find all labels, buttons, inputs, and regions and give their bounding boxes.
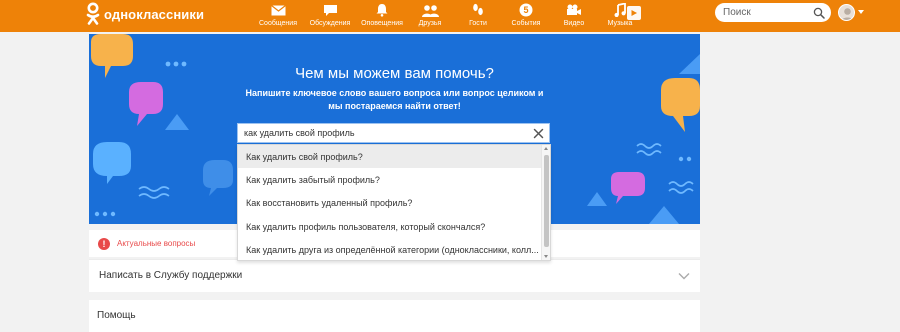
nav-friends[interactable]: Друзья [408,0,452,32]
hero-subtitle: Напишите ключевое слово вашего вопроса и… [245,88,544,111]
clear-search-icon[interactable] [533,128,544,139]
music-player-play-button[interactable] [627,6,641,20]
nav-video[interactable]: Видео [548,0,600,32]
suggestion-item[interactable]: Как удалить профиль пользователя, которы… [238,215,542,238]
nav-label-friends: Друзья [418,20,442,27]
svg-text:5: 5 [523,5,528,15]
search-icon[interactable] [813,7,825,19]
nav-messages[interactable]: Сообщения [252,0,304,32]
nav-discussions[interactable]: Обсуждения [304,0,356,32]
chevron-down-icon[interactable] [858,10,864,14]
exclamation-icon: ! [98,238,110,250]
nav-events[interactable]: 5 События [504,0,548,32]
ok-logo-icon [86,2,100,25]
nav-label-video: Видео [563,20,585,27]
search-suggestions-dropdown: Как удалить свой профиль? Как удалить за… [237,144,551,261]
hero-title: Чем мы можем вам помочь? [295,65,494,82]
help-search-input[interactable] [244,128,524,138]
contact-support-label: Написать в Службу поддержки [99,270,243,281]
suggestion-item[interactable]: Как удалить забытый профиль? [238,168,542,191]
nav-guests[interactable]: Гости [452,0,504,32]
suggestion-item[interactable]: Как удалить свой профиль? [238,145,542,169]
nav-label-notifications: Оповещения [361,20,403,27]
top-navigation-bar: одноклассники Сообщения Обсуждения Опове… [0,0,900,32]
scroll-up-arrow-icon[interactable] [544,147,548,150]
help-search-field [237,123,550,143]
nav-label-discussions: Обсуждения [309,20,351,27]
nav-notifications[interactable]: Оповещения [356,0,408,32]
play-icon [631,10,637,16]
main-nav: Сообщения Обсуждения Оповещения Друзья Г… [252,0,640,32]
footprints-icon [469,2,487,18]
nav-label-events: События [511,20,541,27]
envelope-icon [269,2,287,18]
discussion-bubble-icon [321,2,339,18]
chevron-down-icon[interactable] [678,272,690,280]
suggestion-item[interactable]: Как удалить друга из определённой катего… [238,239,542,260]
ok-logo[interactable]: одноклассники [86,2,204,26]
avatar-placeholder-icon [841,8,854,20]
suggestion-item[interactable]: Как восстановить удаленный профиль? [238,192,542,215]
nav-label-messages: Сообщения [259,20,297,27]
friends-icon [421,2,439,18]
nav-label-guests: Гости [469,20,487,27]
contact-support-section[interactable]: Написать в Службу поддержки [89,259,700,292]
header-search [715,3,831,22]
help-section[interactable]: Помощь [89,300,700,332]
nav-label-music: Музыка [607,20,633,27]
video-camera-icon [565,2,583,18]
help-section-label: Помощь [97,310,136,321]
bell-icon [373,2,391,18]
actual-questions-label: Актуальные вопросы [117,239,196,248]
scroll-down-arrow-icon[interactable] [544,255,548,258]
header-search-input[interactable] [723,7,813,18]
user-avatar[interactable] [838,4,855,21]
scrollbar-thumb[interactable] [544,155,549,247]
brand-name: одноклассники [104,6,205,22]
events-badge-icon: 5 [517,2,535,18]
suggestions-scrollbar[interactable] [541,145,550,260]
